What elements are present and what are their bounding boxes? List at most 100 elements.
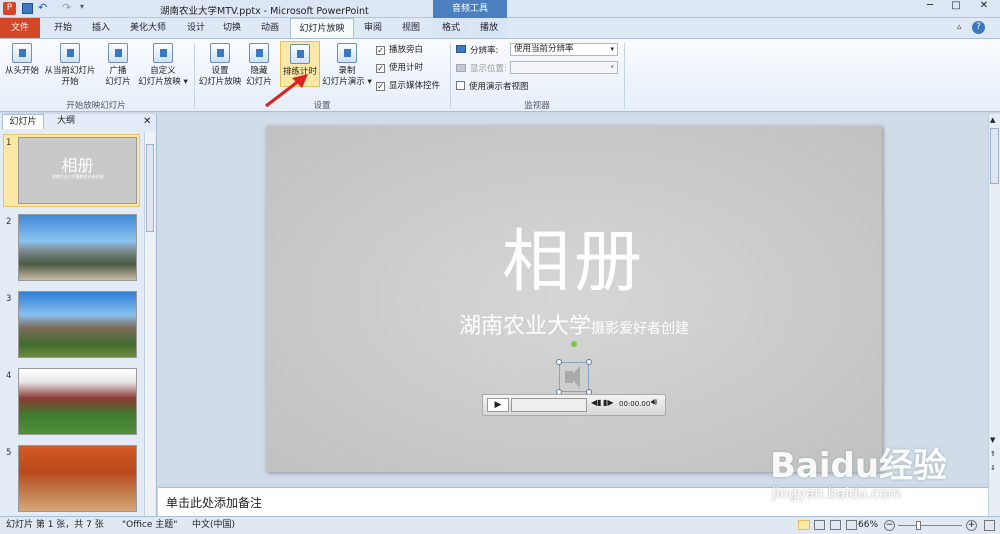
theme-name: "Office 主题" <box>122 520 178 530</box>
play-icon[interactable]: ▶ <box>487 398 509 412</box>
tab-transitions[interactable]: 切换 <box>214 18 250 38</box>
rotate-handle[interactable] <box>571 341 577 347</box>
language: 中文(中国) <box>192 520 236 530</box>
annotation-arrow <box>265 74 308 108</box>
tab-outline[interactable]: 大纲 <box>46 114 86 129</box>
slide-number: 3 <box>6 294 12 304</box>
maximize-button[interactable]: □ <box>944 0 968 16</box>
powerpoint-icon[interactable]: P <box>3 2 16 15</box>
seek-forward-icon[interactable]: ▮▶ <box>603 398 614 407</box>
undo-icon[interactable]: ↶ <box>38 1 47 14</box>
record-slideshow-button[interactable]: 录制 幻灯片演示 ▾ <box>322 43 372 88</box>
window-title: 湖南农业大学MTV.pptx - Microsoft PowerPoint <box>160 6 369 17</box>
slide-number: 5 <box>6 448 12 458</box>
slide-subtitle[interactable]: 湖南农业大学摄影爱好者创建 <box>266 308 882 340</box>
display-location-dropdown[interactable]: ▾ <box>510 61 618 74</box>
tab-view[interactable]: 视图 <box>392 18 430 38</box>
slide-sorter-icon[interactable] <box>814 520 825 530</box>
chevron-down-icon: ▾ <box>610 45 614 53</box>
slide-thumbnail-4[interactable] <box>18 368 137 435</box>
use-timings-label: 使用计时 <box>389 63 424 73</box>
scrollbar-thumb[interactable] <box>990 128 999 184</box>
scroll-down-icon[interactable]: ▼ <box>990 436 995 444</box>
checkbox-box[interactable]: ✓ <box>376 46 385 55</box>
tab-animations[interactable]: 动画 <box>252 18 288 38</box>
custom-slideshow-button[interactable]: 自定义 幻灯片放映 ▾ <box>136 43 190 88</box>
broadcast-button[interactable]: 广播 幻灯片 <box>100 43 136 88</box>
reading-view-icon[interactable] <box>830 520 841 530</box>
tab-review[interactable]: 审阅 <box>356 18 390 38</box>
from-current-slide-button[interactable]: 从当前幻灯片 开始 <box>42 43 98 88</box>
previous-slide-icon[interactable]: ⇑ <box>990 450 996 458</box>
tab-format[interactable]: 格式 <box>433 18 469 38</box>
progress-track[interactable] <box>511 398 587 412</box>
zoom-slider[interactable] <box>898 521 962 530</box>
resolution-dropdown[interactable]: 使用当前分辨率 ▾ <box>510 43 618 56</box>
tab-insert[interactable]: 插入 <box>84 18 118 38</box>
display-location-label: 显示位置: <box>470 64 507 74</box>
help-icon[interactable]: ? <box>972 21 985 34</box>
slide-number: 2 <box>6 217 12 227</box>
checkbox-box[interactable] <box>456 81 465 90</box>
checkbox-box[interactable]: ✓ <box>376 64 385 73</box>
show-media-controls-checkbox[interactable]: ✓ 显示媒体控件 <box>376 81 440 92</box>
slide-canvas[interactable]: 相册 湖南农业大学摄影爱好者创建 ▶ ◀▮ ▮▶ 00:00.00 🔊︎ <box>266 126 882 472</box>
tab-file[interactable]: 文件 <box>0 18 40 38</box>
save-icon[interactable] <box>22 3 33 14</box>
watermark-url: jingyan.baidu.com <box>772 486 902 502</box>
close-button[interactable]: ✕ <box>970 0 998 16</box>
from-beginning-button[interactable]: 从头开始 <box>2 43 42 77</box>
vertical-scrollbar[interactable]: ▲ ▼ ⇑ ⇓ <box>988 114 1000 516</box>
checkbox-box[interactable]: ✓ <box>376 82 385 91</box>
volume-icon[interactable]: 🔊︎ <box>651 397 657 408</box>
slideshow-view-icon[interactable] <box>846 520 857 530</box>
slide-thumbnail-5[interactable] <box>18 445 137 512</box>
normal-view-icon[interactable] <box>798 520 810 530</box>
play-narrations-checkbox[interactable]: ✓ 播放旁白 <box>376 45 423 56</box>
hide-slide-icon <box>249 43 269 63</box>
broadcast-label: 广播 幻灯片 <box>105 66 131 87</box>
minimize-button[interactable]: ─ <box>918 0 942 16</box>
customize-qat-icon[interactable]: ▾ <box>80 2 84 11</box>
redo-icon[interactable]: ↷ <box>62 1 71 14</box>
group-monitors-label: 监视器 <box>524 101 550 111</box>
tab-slideshow[interactable]: 幻灯片放映 <box>290 18 354 39</box>
slide-count: 幻灯片 第 1 张，共 7 张 <box>6 520 104 530</box>
context-tab-header: 音频工具 <box>433 0 507 18</box>
scrollbar-thumb[interactable] <box>146 144 154 232</box>
slide-thumbnail-1[interactable]: 相册 湖南农业大学摄影爱好者创建 <box>18 137 137 204</box>
zoom-level[interactable]: 66% <box>858 517 878 534</box>
zoom-in-icon[interactable]: + <box>966 520 977 531</box>
tab-slides[interactable]: 幻灯片 <box>2 114 44 129</box>
custom-show-icon <box>153 43 173 63</box>
next-slide-icon[interactable]: ⇓ <box>990 464 996 472</box>
minimize-ribbon-icon[interactable]: ▵ <box>957 22 962 32</box>
slide-title[interactable]: 相册 <box>266 206 882 305</box>
zoom-slider-thumb[interactable] <box>916 521 921 530</box>
thumbnail-scrollbar[interactable] <box>144 132 155 516</box>
scroll-up-icon[interactable]: ▲ <box>990 116 995 124</box>
resolution-icon <box>456 45 466 53</box>
tab-home[interactable]: 开始 <box>44 18 82 38</box>
notes-placeholder: 单击此处添加备注 <box>166 496 263 510</box>
tab-beautify[interactable]: 美化大师 <box>122 18 174 38</box>
slide-thumbnail-3[interactable] <box>18 291 137 358</box>
close-panel-icon[interactable]: ✕ <box>143 116 151 127</box>
slide-thumbnail-2[interactable] <box>18 214 137 281</box>
fit-to-window-icon[interactable] <box>984 520 995 531</box>
audio-object[interactable] <box>559 362 589 392</box>
selection-handle[interactable] <box>556 359 562 365</box>
seek-back-icon[interactable]: ◀▮ <box>591 398 602 407</box>
slideshow-current-icon <box>60 43 80 63</box>
thumb-subtitle: 湖南农业大学摄影爱好者创建 <box>51 174 104 179</box>
from-current-label: 从当前幻灯片 开始 <box>44 66 96 87</box>
zoom-out-icon[interactable]: − <box>884 520 895 531</box>
setup-slideshow-button[interactable]: 设置 幻灯片放映 <box>198 43 242 88</box>
selection-handle[interactable] <box>586 359 592 365</box>
use-timings-checkbox[interactable]: ✓ 使用计时 <box>376 63 423 74</box>
presenter-view-checkbox[interactable]: 使用演示者视图 <box>456 81 529 93</box>
thumb-title: 相册 <box>61 156 94 175</box>
tab-design[interactable]: 设计 <box>178 18 214 38</box>
tab-playback[interactable]: 播放 <box>471 18 507 38</box>
subtitle-small: 摄影爱好者创建 <box>591 321 689 337</box>
